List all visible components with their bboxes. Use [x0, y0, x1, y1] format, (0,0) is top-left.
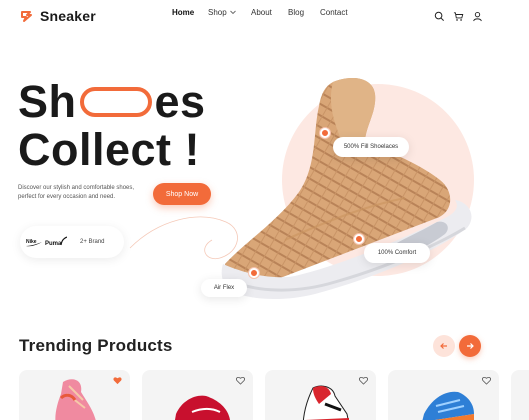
heart-filled-icon[interactable] [113, 376, 122, 385]
hotspot-dot[interactable] [354, 234, 364, 244]
carousel-next-button[interactable] [459, 335, 481, 357]
sneaker-logo-icon [21, 11, 32, 22]
brands-card: Nike Puma 2+ Brand [20, 226, 124, 258]
nav-home[interactable]: Home [172, 8, 194, 17]
callout-air-flex: Air Flex [201, 279, 247, 297]
heart-outline-icon[interactable] [236, 376, 245, 385]
hero-title: Sh es Collect ! [18, 78, 206, 174]
hero-title-part2: es [154, 76, 206, 127]
product-image-red-sneaker [175, 395, 230, 420]
hero-title-line1: Sh es [18, 78, 206, 126]
nav-shop-label: Shop [208, 7, 227, 17]
nike-logo-text: Nike [26, 239, 37, 245]
shop-now-button[interactable]: Shop Now [153, 183, 211, 205]
search-icon[interactable] [434, 11, 445, 22]
product-image-blue-sneaker [422, 391, 474, 420]
product-card[interactable] [19, 370, 130, 420]
hero-title-line2: Collect ! [18, 124, 201, 175]
carousel-prev-button[interactable] [433, 335, 455, 357]
top-nav: Sneaker Home Shop About Blog Contact [0, 0, 529, 36]
nav-actions [434, 11, 483, 22]
product-card[interactable] [142, 370, 253, 420]
puma-logo-icon: Puma [45, 236, 67, 247]
trending-title: Trending Products [19, 336, 173, 355]
title-pill-shape [79, 87, 152, 118]
cart-icon[interactable] [453, 11, 464, 22]
product-image-jordan-sneaker [302, 385, 349, 420]
callout-comfort: 100% Comfort [364, 243, 430, 263]
nav-contact[interactable]: Contact [320, 8, 348, 17]
nav-about[interactable]: About [251, 8, 272, 17]
brand-logo[interactable]: Sneaker [19, 8, 96, 24]
product-card[interactable] [388, 370, 499, 420]
product-card-partial[interactable] [511, 370, 529, 420]
user-icon[interactable] [472, 11, 483, 22]
arrow-right-icon [467, 343, 474, 349]
chevron-down-icon [229, 10, 236, 15]
callout-shoelaces: 500% Fill Shoelaces [333, 137, 409, 157]
puma-logo-text: Puma [45, 241, 62, 247]
brands-count: 2+ Brand [80, 239, 105, 245]
nike-logo-icon: Nike [26, 239, 42, 247]
product-image-pink-sneaker [55, 379, 96, 420]
nav-shop[interactable]: Shop [208, 8, 237, 17]
product-card[interactable] [265, 370, 376, 420]
heart-outline-icon[interactable] [482, 376, 491, 385]
hero-shoe-image [221, 78, 472, 300]
nav-blog[interactable]: Blog [288, 8, 304, 17]
arrow-left-icon [440, 343, 447, 349]
brand-name: Sneaker [40, 8, 96, 24]
hotspot-dot[interactable] [320, 128, 330, 138]
heart-outline-icon[interactable] [359, 376, 368, 385]
hero-description: Discover our stylish and comfortable sho… [18, 185, 135, 200]
hero-title-part1: Sh [18, 76, 77, 127]
hotspot-dot[interactable] [249, 268, 259, 278]
